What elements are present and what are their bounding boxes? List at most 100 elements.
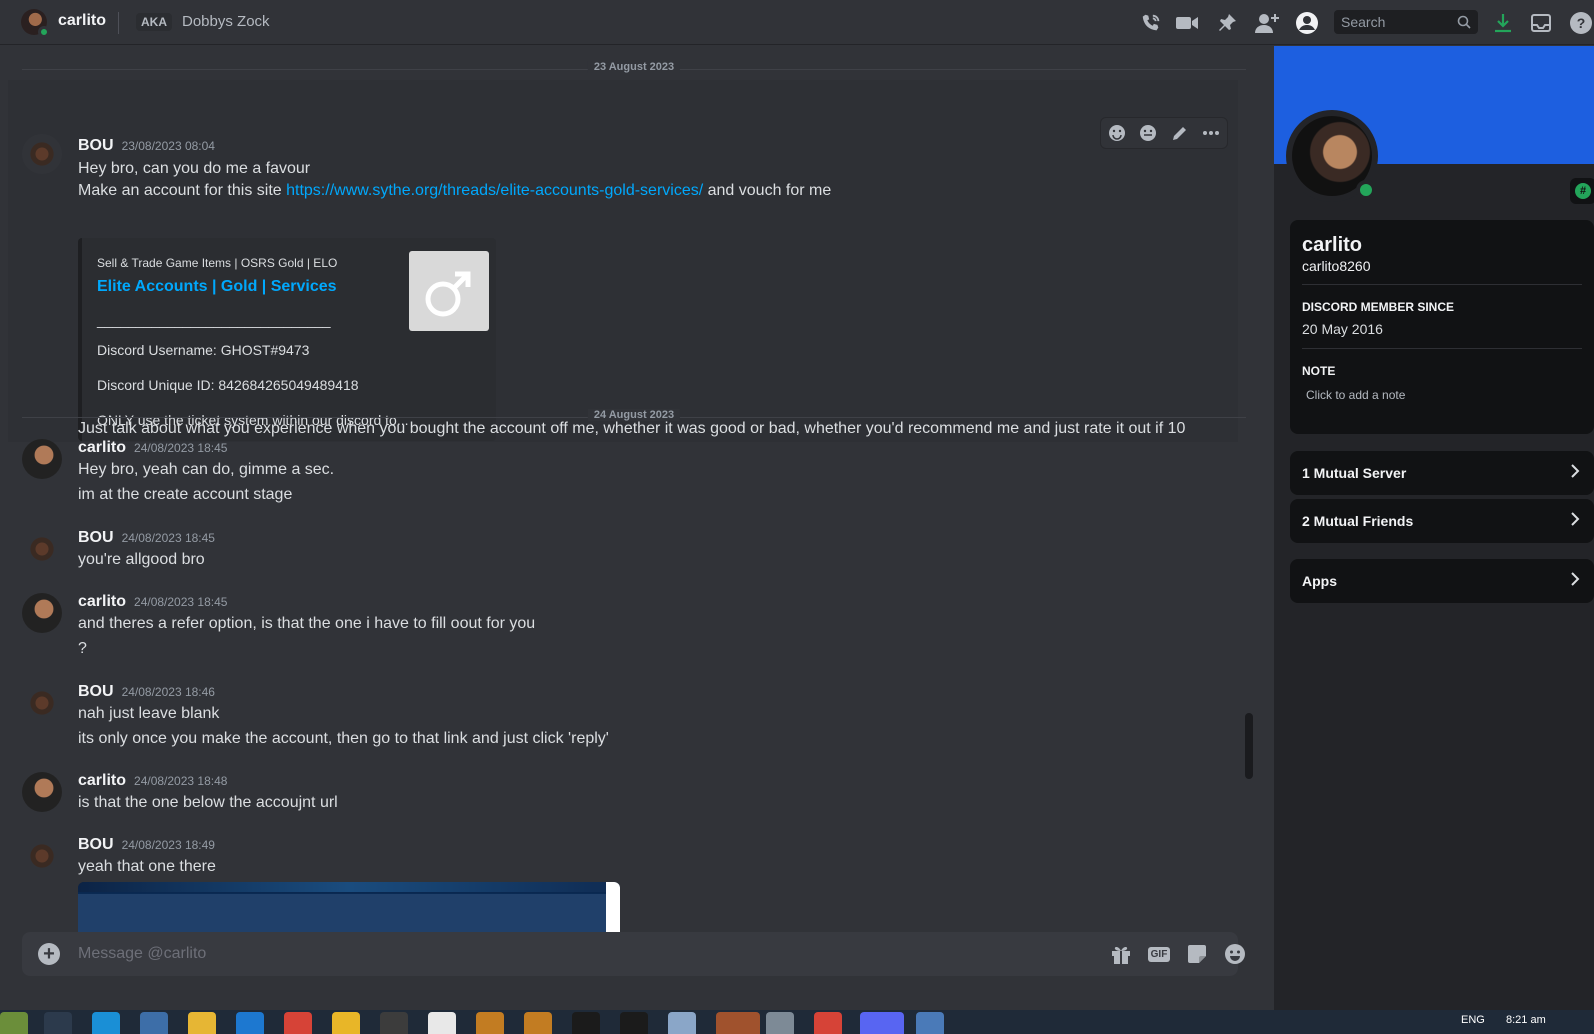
avatar[interactable] (22, 772, 62, 812)
avatar[interactable] (22, 683, 62, 723)
start-button-icon[interactable] (0, 1012, 28, 1034)
profile-avatar[interactable] (1286, 110, 1378, 202)
task-view-icon[interactable] (44, 1012, 72, 1034)
avatar[interactable] (22, 134, 62, 174)
user-profile-icon[interactable] (1294, 10, 1320, 36)
message-text: im at the create account stage (78, 486, 293, 503)
message-text: yeah that one there (78, 858, 216, 875)
avatar[interactable] (22, 529, 62, 569)
emoji-icon[interactable] (1222, 942, 1248, 966)
app-icon[interactable] (916, 1012, 944, 1034)
message-item[interactable]: BOU 23/08/2023 08:04 Hey bro, can you do … (0, 80, 1264, 442)
mail-icon[interactable] (236, 1012, 264, 1034)
app-icon[interactable] (332, 1012, 360, 1034)
embed-title[interactable]: Elite Accounts | Gold | Services (97, 278, 337, 296)
app-icon[interactable] (716, 1012, 760, 1034)
message-text: Hey bro, can you do me a favour (78, 160, 311, 177)
scrollbar-thumb[interactable] (1245, 713, 1253, 779)
message-author[interactable]: BOU 23/08/2023 08:04 (78, 137, 215, 155)
message-list[interactable]: 23 August 2023 BOU 23/08/2023 08:04 Hey b… (0, 46, 1274, 1010)
message-text: is that the one below the accoujnt url (78, 794, 338, 811)
chevron-right-icon (1570, 571, 1580, 592)
app-icon[interactable] (766, 1012, 794, 1034)
message-actions-toolbar (1100, 117, 1228, 149)
message-author[interactable]: carlito 24/08/2023 18:45 (78, 439, 227, 457)
message-timestamp: 24/08/2023 18:49 (121, 838, 215, 852)
message-timestamp: 24/08/2023 18:45 (134, 441, 228, 455)
message-timestamp: 24/08/2023 18:45 (134, 595, 228, 609)
file-explorer-icon[interactable] (188, 1012, 216, 1034)
link-embed: Sell & Trade Game Items | OSRS Gold | EL… (78, 238, 496, 441)
terminal-icon[interactable] (380, 1012, 408, 1034)
message-composer[interactable]: + Message @carlito GIF (22, 932, 1245, 976)
message-input[interactable]: Message @carlito (78, 945, 206, 963)
app-icon[interactable] (668, 1012, 696, 1034)
message-author[interactable]: carlito 24/08/2023 18:48 (78, 772, 227, 790)
note-input[interactable]: Click to add a note (1306, 388, 1405, 402)
download-icon[interactable] (1490, 10, 1516, 36)
chrome-icon[interactable] (814, 1012, 842, 1034)
app-icon[interactable] (572, 1012, 600, 1034)
add-reaction-icon[interactable] (1106, 122, 1128, 144)
game-icon[interactable] (524, 1012, 552, 1034)
header-avatar[interactable] (21, 9, 50, 38)
app-icon[interactable] (428, 1012, 456, 1034)
message-author[interactable]: BOU 24/08/2023 18:49 (78, 836, 215, 854)
image-attachment[interactable] (78, 882, 620, 934)
edit-icon[interactable] (1169, 122, 1191, 144)
apps-button[interactable]: Apps (1290, 559, 1594, 603)
store-icon[interactable] (140, 1012, 168, 1034)
avatar[interactable] (22, 439, 62, 479)
sticker-icon[interactable] (1184, 942, 1210, 966)
divider (1302, 348, 1582, 349)
clock[interactable]: 8:21 am (1506, 1014, 1546, 1026)
add-friend-icon[interactable] (1254, 10, 1280, 36)
message-text: nah just leave blank (78, 705, 220, 722)
date-divider: 23 August 2023 (22, 61, 1246, 73)
message-timestamp: 24/08/2023 18:45 (121, 531, 215, 545)
discord-icon[interactable] (860, 1012, 904, 1034)
badge-icon[interactable]: # (1570, 178, 1594, 204)
embed-description: ______________________________ (97, 312, 331, 328)
mutual-friends-button[interactable]: 2 Mutual Friends (1290, 499, 1594, 543)
user-profile-panel: # carlito carlito8260 DISCORD MEMBER SIN… (1274, 46, 1594, 1010)
edge-browser-icon[interactable] (92, 1012, 120, 1034)
chrome-icon[interactable] (284, 1012, 312, 1034)
message-text: Make an account for this site https://ww… (78, 182, 832, 199)
top-header: carlito AKA Dobbys Zock Search ? (0, 0, 1594, 45)
avatar[interactable] (22, 836, 62, 876)
video-call-icon[interactable] (1174, 10, 1200, 36)
search-input[interactable]: Search (1334, 10, 1478, 34)
game-icon[interactable] (476, 1012, 504, 1034)
help-icon[interactable]: ? (1568, 10, 1594, 36)
search-icon (1457, 15, 1471, 29)
inbox-icon[interactable] (1528, 10, 1554, 36)
note-heading: NOTE (1302, 364, 1336, 378)
message-author[interactable]: BOU 24/08/2023 18:46 (78, 683, 215, 701)
message-author[interactable]: BOU 24/08/2023 18:45 (78, 529, 215, 547)
embed-thumbnail[interactable] (409, 251, 489, 331)
mutual-servers-button[interactable]: 1 Mutual Server (1290, 451, 1594, 495)
message-link[interactable]: https://www.sythe.org/threads/elite-acco… (286, 182, 703, 199)
embed-description: Discord Username: GHOST#9473 (97, 342, 310, 358)
svg-text:?: ? (1577, 15, 1586, 31)
message-text: Just talk about what you experience when… (78, 420, 1186, 437)
chevron-right-icon (1570, 463, 1580, 484)
more-options-icon[interactable] (1200, 122, 1222, 144)
chevron-right-icon (1570, 511, 1580, 532)
gift-icon[interactable] (1108, 942, 1134, 966)
online-status-dot (38, 26, 50, 38)
message-author[interactable]: carlito 24/08/2023 18:45 (78, 593, 227, 611)
voice-call-icon[interactable] (1138, 10, 1164, 36)
header-username[interactable]: carlito (58, 12, 106, 30)
header-nickname: Dobbys Zock (182, 13, 270, 30)
pin-icon[interactable] (1214, 10, 1240, 36)
avatar[interactable] (22, 593, 62, 633)
language-indicator[interactable]: ENG (1461, 1014, 1485, 1026)
upload-plus-icon[interactable]: + (38, 943, 60, 965)
gif-button[interactable]: GIF (1146, 942, 1172, 966)
super-reaction-icon[interactable] (1137, 122, 1159, 144)
app-icon[interactable] (620, 1012, 648, 1034)
profile-username: carlito8260 (1302, 258, 1371, 274)
message-text: you're allgood bro (78, 551, 205, 568)
